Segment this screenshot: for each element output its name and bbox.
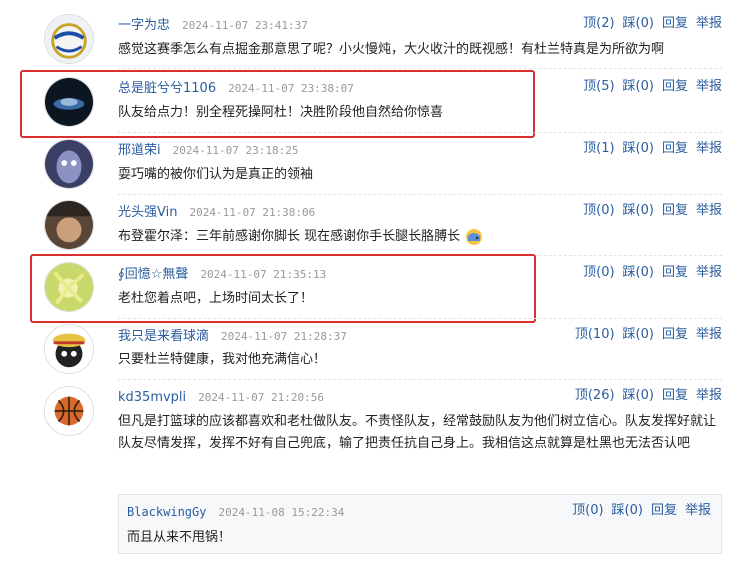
upvote-button[interactable]: 顶(1) (583, 141, 614, 156)
upvote-button[interactable]: 顶(0) (572, 503, 603, 518)
downvote-button[interactable]: 踩(0) (612, 503, 643, 518)
downvote-button[interactable]: 踩(0) (623, 327, 654, 342)
facepalm-emoji-icon (464, 227, 484, 247)
username-link[interactable]: 邢道荣i (118, 143, 161, 158)
timestamp: 2024-11-07 23:41:37 (182, 19, 308, 32)
comment-meta: kd35mvpli 2024-11-07 21:20:56 (118, 386, 324, 406)
username-link[interactable]: 我只是来看球滴 (118, 329, 209, 344)
comment-actions: 顶(2) 踩(0) 回复 举报 (575, 14, 722, 34)
upvote-button[interactable]: 顶(5) (583, 79, 614, 94)
comment-text: 耍巧嘴的被你们认为是真正的领袖 (118, 167, 314, 182)
upvote-button[interactable]: 顶(26) (575, 388, 615, 403)
username-link[interactable]: ∮回憶☆無聲 (118, 267, 188, 282)
reply-button[interactable]: 回复 (662, 16, 688, 31)
avatar[interactable] (44, 200, 94, 250)
report-button[interactable]: 举报 (685, 503, 711, 518)
username-link[interactable]: 总是脏兮兮1106 (118, 81, 216, 96)
report-button[interactable]: 举报 (696, 203, 722, 218)
report-button[interactable]: 举报 (696, 79, 722, 94)
downvote-button[interactable]: 踩(0) (623, 141, 654, 156)
username-link[interactable]: BlackwingGy (127, 505, 206, 519)
comment-text-content: 布登霍尔泽：三年前感谢你脚长 现在感谢你手长腿长胳膊长 (118, 229, 461, 244)
comment-meta: 总是脏兮兮1106 2024-11-07 23:38:07 (118, 77, 354, 97)
upvote-button[interactable]: 顶(0) (583, 265, 614, 280)
reply-text: 而且从来不甩锅！ (127, 530, 232, 545)
comment-actions: 顶(0) 踩(0) 回复 举报 (575, 263, 722, 283)
divider (118, 318, 722, 319)
reply-button[interactable]: 回复 (662, 141, 688, 156)
username-link[interactable]: 一字为忠 (118, 18, 170, 33)
reply-button[interactable]: 回复 (662, 79, 688, 94)
comment-actions: 顶(26) 踩(0) 回复 举报 (567, 386, 722, 406)
avatar[interactable] (44, 14, 94, 64)
report-button[interactable]: 举报 (696, 327, 722, 342)
comment-meta: 我只是来看球滴 2024-11-07 21:28:37 (118, 325, 347, 345)
reply-meta: BlackwingGy 2024-11-08 15:22:34 (127, 501, 344, 521)
avatar[interactable] (44, 324, 94, 374)
downvote-button[interactable]: 踩(0) (623, 203, 654, 218)
upvote-button[interactable]: 顶(2) (583, 16, 614, 31)
username-link[interactable]: kd35mvpli (118, 390, 186, 405)
nested-reply: BlackwingGy 2024-11-08 15:22:34 顶(0) 踩(0) 回… (118, 494, 722, 554)
timestamp: 2024-11-07 21:35:13 (200, 268, 327, 281)
report-button[interactable]: 举报 (696, 141, 722, 156)
comment-text: 老杜您着点吧，上场时间太长了！ (118, 291, 314, 306)
comment-actions: 顶(10) 踩(0) 回复 举报 (567, 325, 722, 345)
comment-actions: 顶(5) 踩(0) 回复 举报 (575, 77, 722, 97)
comment-text: 布登霍尔泽：三年前感谢你脚长 现在感谢你手长腿长胳膊长 (118, 226, 722, 247)
comment-meta: 光头强Vin 2024-11-07 21:38:06 (118, 201, 315, 221)
divider (118, 132, 722, 133)
timestamp: 2024-11-07 23:38:07 (228, 82, 354, 95)
timestamp: 2024-11-07 23:18:25 (172, 144, 299, 157)
divider (118, 194, 722, 195)
downvote-button[interactable]: 踩(0) (623, 265, 654, 280)
downvote-button[interactable]: 踩(0) (623, 388, 654, 403)
comment-actions: 顶(1) 踩(0) 回复 举报 (575, 139, 722, 159)
comment-text: 但凡是打篮球的应该都喜欢和老杜做队友。不责怪队友，经常鼓励队友为他们树立信心。队… (118, 414, 717, 451)
avatar[interactable] (44, 262, 94, 312)
comment-meta: ∮回憶☆無聲 2024-11-07 21:35:13 (118, 263, 326, 283)
timestamp: 2024-11-08 15:22:34 (218, 506, 345, 519)
comment-meta: 一字为忠 2024-11-07 23:41:37 (118, 14, 308, 34)
report-button[interactable]: 举报 (696, 16, 722, 31)
report-button[interactable]: 举报 (696, 265, 722, 280)
avatar[interactable] (44, 386, 94, 436)
divider (118, 68, 722, 69)
upvote-button[interactable]: 顶(10) (575, 327, 615, 342)
reply-button[interactable]: 回复 (662, 327, 688, 342)
comment-text: 只要杜兰特健康，我对他充满信心！ (118, 352, 327, 367)
divider (118, 379, 722, 380)
downvote-button[interactable]: 踩(0) (623, 16, 654, 31)
comment-text: 感觉这赛季怎么有点掘金那意思了呢？小火慢炖，大火收汁的既视感！有杜兰特真是为所欲… (118, 42, 665, 57)
avatar[interactable] (44, 139, 94, 189)
reply-button[interactable]: 回复 (651, 503, 677, 518)
timestamp: 2024-11-07 21:38:06 (189, 206, 316, 219)
comment-actions: 顶(0) 踩(0) 回复 举报 (575, 201, 722, 221)
report-button[interactable]: 举报 (696, 388, 722, 403)
upvote-button[interactable]: 顶(0) (583, 203, 614, 218)
reply-button[interactable]: 回复 (662, 265, 688, 280)
username-link[interactable]: 光头强Vin (118, 205, 177, 220)
downvote-button[interactable]: 踩(0) (623, 79, 654, 94)
reply-actions: 顶(0) 踩(0) 回复 举报 (564, 501, 711, 521)
comment-text: 队友给点力！别全程死操阿杜！决胜阶段他自然给你惊喜 (118, 105, 444, 120)
timestamp: 2024-11-07 21:28:37 (221, 330, 347, 343)
avatar[interactable] (44, 77, 94, 127)
comment-meta: 邢道荣i 2024-11-07 23:18:25 (118, 139, 298, 159)
reply-button[interactable]: 回复 (662, 203, 688, 218)
timestamp: 2024-11-07 21:20:56 (198, 391, 324, 404)
reply-button[interactable]: 回复 (662, 388, 688, 403)
